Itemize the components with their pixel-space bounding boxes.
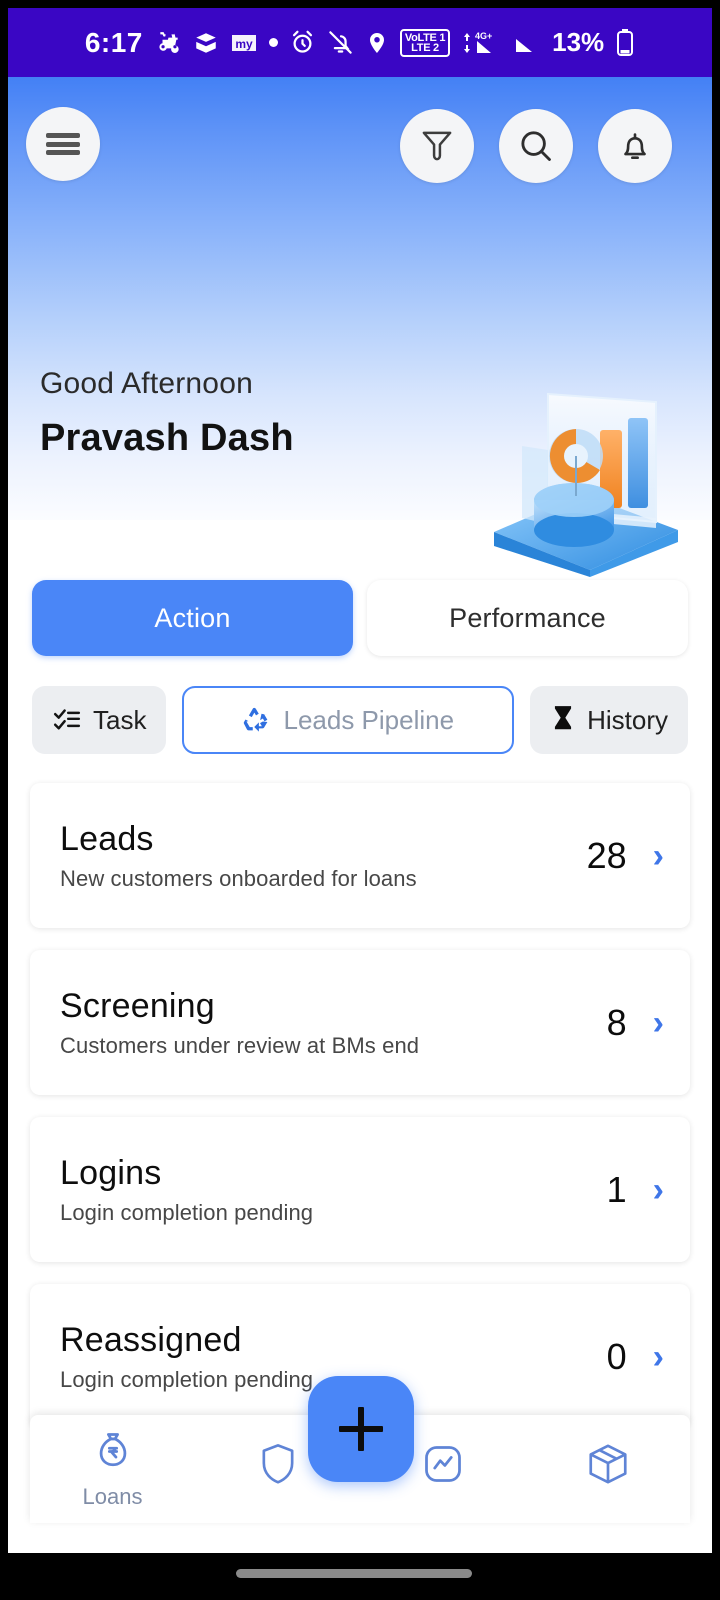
card-count: 1 <box>606 1168 627 1210</box>
chip-task[interactable]: Task <box>32 686 167 754</box>
filter-icon[interactable] <box>400 109 474 183</box>
app-icon <box>193 30 219 56</box>
card-count: 8 <box>606 1001 627 1043</box>
bell-muted-icon <box>327 29 354 56</box>
location-icon <box>365 30 389 56</box>
chevron-right-icon[interactable]: › <box>653 1173 664 1207</box>
card-title: Reassigned <box>60 1320 242 1359</box>
svg-text:my: my <box>235 37 253 51</box>
table-row[interactable]: Leads New customers onboarded for loans … <box>30 783 690 928</box>
bell-icon[interactable] <box>598 109 672 183</box>
card-subtitle: Login completion pending <box>60 1366 314 1392</box>
checklist-icon <box>52 707 82 733</box>
battery-percent-label: 13% <box>552 27 605 57</box>
scooter-icon <box>156 30 182 56</box>
recycle-icon <box>242 705 272 735</box>
volte-badge-bottom: LTE 2 <box>411 41 439 54</box>
chevron-right-icon[interactable]: › <box>653 839 664 873</box>
app-screen: 6:17 my VoLTE 1 LTE 2 4G+ 13% Good After… <box>8 8 712 1553</box>
card-title: Screening <box>60 986 215 1025</box>
greeting-block: Good Afternoon Pravash Dash <box>40 367 460 460</box>
tab-action[interactable]: Action <box>32 580 353 656</box>
card-count: 0 <box>606 1335 627 1377</box>
chevron-right-icon[interactable]: › <box>653 1340 664 1374</box>
dot-icon <box>268 38 278 47</box>
package-box-icon <box>585 1441 631 1492</box>
nav-item-loans-label: Loans <box>82 1483 143 1509</box>
chip-leads-pipeline-label: Leads Pipeline <box>283 704 455 735</box>
header-action-bar <box>8 77 712 217</box>
tab-performance[interactable]: Performance <box>367 580 688 656</box>
status-bar-time: 6:17 <box>84 26 143 58</box>
phone-frame: 6:17 my VoLTE 1 LTE 2 4G+ 13% Good After… <box>0 0 720 1600</box>
nav-item-loans[interactable]: Loans <box>30 1415 195 1523</box>
add-button[interactable] <box>308 1376 414 1482</box>
nav-item-products[interactable] <box>525 1415 690 1523</box>
chevron-right-icon[interactable]: › <box>653 1006 664 1040</box>
chip-task-label: Task <box>93 704 147 735</box>
hero-header: Good Afternoon Pravash Dash <box>8 77 712 577</box>
table-row[interactable]: Logins Login completion pending 1 › <box>30 1117 690 1262</box>
status-bar: 6:17 my VoLTE 1 LTE 2 4G+ 13% <box>8 8 712 77</box>
card-count: 28 <box>586 834 627 876</box>
card-subtitle: Login completion pending <box>60 1199 314 1225</box>
signal-2-icon <box>512 30 538 56</box>
battery-icon <box>615 28 635 58</box>
chip-leads-pipeline[interactable]: Leads Pipeline <box>182 686 515 754</box>
search-icon[interactable] <box>499 109 573 183</box>
card-subtitle: New customers onboarded for loans <box>60 865 417 891</box>
analytics-dashboard-3d-illustration <box>478 372 690 577</box>
svg-text:4G+: 4G+ <box>475 31 492 41</box>
card-text-block: Leads New customers onboarded for loans <box>60 820 557 892</box>
alarm-icon <box>289 29 316 56</box>
hourglass-icon <box>550 705 576 735</box>
plus-icon <box>339 1407 383 1451</box>
card-title: Logins <box>60 1153 162 1192</box>
card-subtitle: Customers under review at BMs end <box>60 1032 420 1058</box>
trend-chart-icon <box>421 1442 465 1491</box>
table-row[interactable]: Screening Customers under review at BMs … <box>30 950 690 1095</box>
signal-icon: 4G+ <box>461 29 501 57</box>
bookmyshow-icon: my <box>230 30 258 56</box>
segment-tabs: Action Performance <box>8 580 712 668</box>
card-title: Leads <box>60 819 154 858</box>
volte-icon: VoLTE 1 LTE 2 <box>399 28 451 57</box>
card-text-block: Reassigned Login completion pending <box>60 1321 557 1393</box>
greeting-text: Good Afternoon <box>40 367 253 400</box>
user-name: Pravash Dash <box>40 417 294 459</box>
card-text-block: Logins Login completion pending <box>60 1154 557 1226</box>
pipeline-card-list: Leads New customers onboarded for loans … <box>8 783 712 1451</box>
chip-row: Task Leads Pipeline History <box>8 686 712 764</box>
card-text-block: Screening Customers under review at BMs … <box>60 987 557 1059</box>
hamburger-menu-icon[interactable] <box>26 107 100 181</box>
chip-history[interactable]: History <box>530 686 688 754</box>
money-bag-rupee-icon <box>91 1429 135 1478</box>
chip-history-label: History <box>587 704 668 735</box>
home-indicator[interactable] <box>236 1569 472 1578</box>
shield-icon <box>256 1441 300 1492</box>
